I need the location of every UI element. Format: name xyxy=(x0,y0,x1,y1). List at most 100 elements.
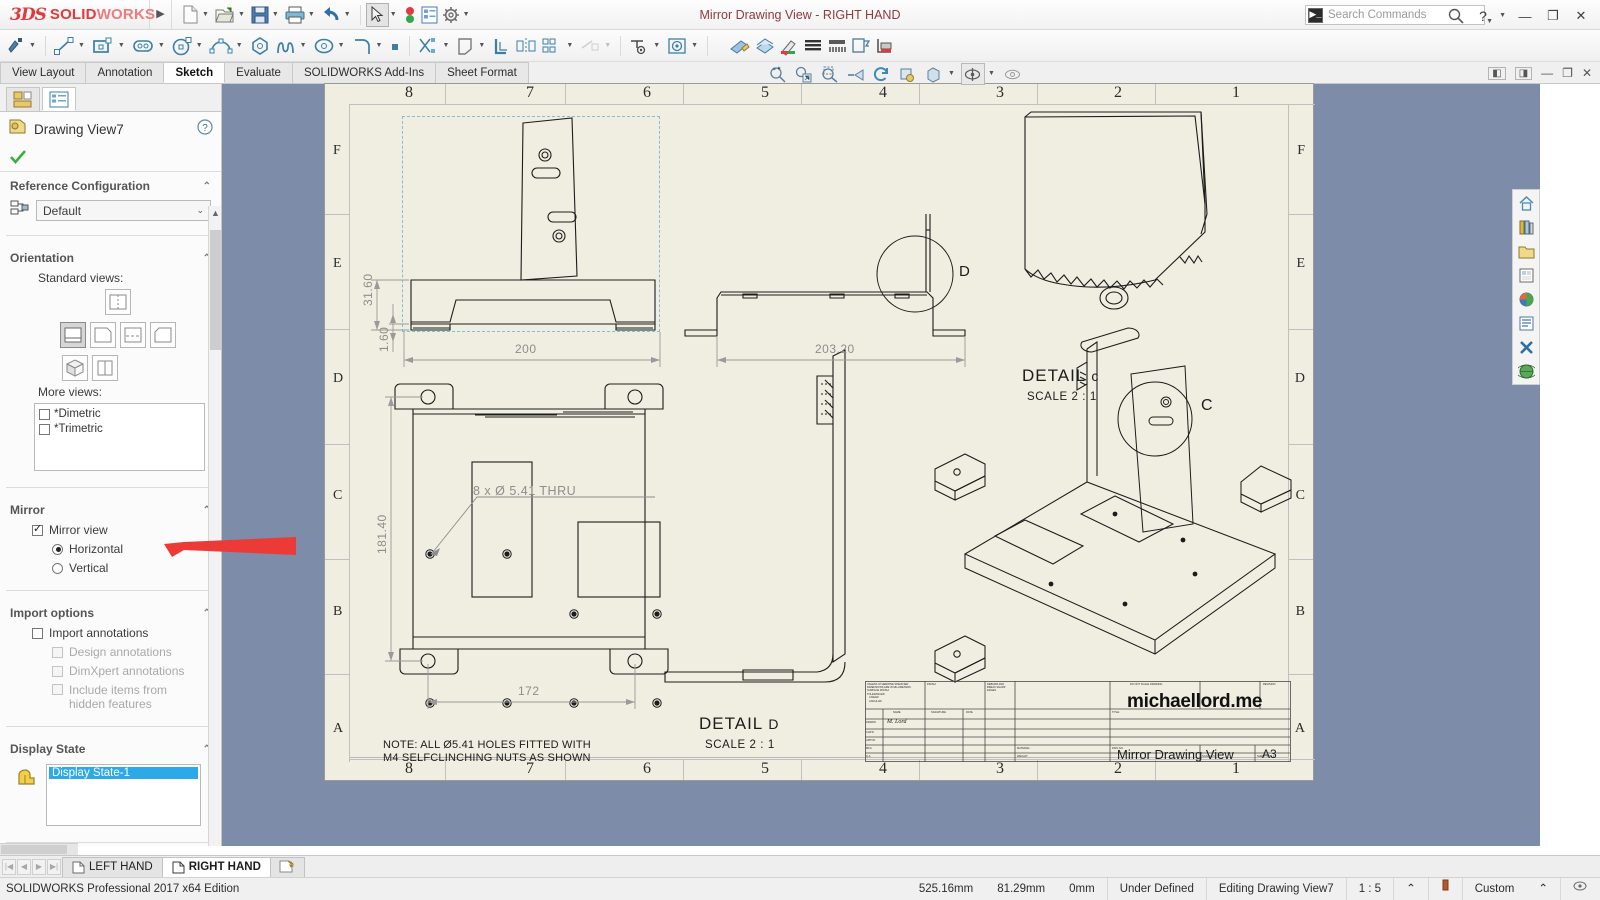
custom-properties-icon[interactable] xyxy=(1515,313,1537,333)
search-icon[interactable] xyxy=(1448,8,1464,27)
design-library-icon[interactable] xyxy=(1515,217,1537,237)
view-orientation-icon[interactable] xyxy=(960,63,985,85)
menu-expand-arrow-icon[interactable]: ▶ xyxy=(150,0,172,29)
arc-icon[interactable] xyxy=(207,33,235,59)
sheet-tab-right-hand[interactable]: RIGHT HAND xyxy=(161,856,271,877)
tab-evaluate[interactable]: Evaluate xyxy=(224,62,293,83)
display-state-selected-item[interactable]: Display State-1 xyxy=(49,767,198,779)
dimension-200[interactable]: 200 xyxy=(515,342,537,356)
point-icon[interactable] xyxy=(386,33,404,59)
smart-dimension-icon[interactable] xyxy=(727,33,753,59)
horizontal-option[interactable]: Horizontal xyxy=(52,542,211,556)
polygon-icon[interactable] xyxy=(247,33,273,59)
circle-dropdown-icon[interactable]: ▼ xyxy=(195,33,207,59)
file-explorer-icon[interactable] xyxy=(1515,241,1537,261)
ellipse-icon[interactable] xyxy=(311,33,337,59)
view-orientation-dropdown-icon[interactable]: ▼ xyxy=(987,61,999,87)
view-button-front[interactable] xyxy=(59,322,86,348)
dimension-172[interactable]: 172 xyxy=(518,684,540,698)
doc-close-icon[interactable]: ✕ xyxy=(1582,66,1592,80)
line-dropdown-icon[interactable]: ▼ xyxy=(77,33,89,59)
trimetric-checkbox[interactable] xyxy=(39,424,50,435)
tab-annotation[interactable]: Annotation xyxy=(85,62,165,83)
fillet-icon[interactable] xyxy=(349,33,375,59)
import-annotations-option[interactable]: Import annotations xyxy=(32,626,211,640)
zoom-window-icon[interactable] xyxy=(817,63,841,85)
arc-dropdown-icon[interactable]: ▼ xyxy=(235,33,247,59)
fillet-dropdown-icon[interactable]: ▼ xyxy=(375,33,387,59)
view-palette-icon[interactable] xyxy=(1515,265,1537,285)
offset-entities-icon[interactable] xyxy=(489,33,513,59)
new-document-icon[interactable] xyxy=(180,2,201,28)
rectangle-dropdown-icon[interactable]: ▼ xyxy=(117,33,129,59)
chevron-up-icon[interactable]: ⌃ xyxy=(203,181,211,192)
add-sheet-button[interactable] xyxy=(269,856,305,877)
view-button-right[interactable] xyxy=(149,322,176,348)
open-folder-icon[interactable] xyxy=(213,2,237,28)
note-icon[interactable] xyxy=(753,33,777,59)
pattern-dropdown-icon[interactable]: ▼ xyxy=(565,33,577,59)
tab-sketch[interactable]: Sketch xyxy=(163,62,226,83)
view-button-back[interactable] xyxy=(104,289,131,315)
layer-properties-icon[interactable] xyxy=(849,33,873,59)
view-button-left[interactable] xyxy=(89,322,116,348)
tab-sheet-format[interactable]: Sheet Format xyxy=(435,62,529,83)
layers-icon[interactable] xyxy=(801,33,825,59)
dimension-31-60[interactable]: 31.60 xyxy=(361,273,375,306)
dimetric-checkbox[interactable] xyxy=(39,409,50,420)
open-dropdown-icon[interactable]: ▼ xyxy=(237,2,249,28)
spline-dropdown-icon[interactable]: ▼ xyxy=(299,33,311,59)
previous-view-icon[interactable] xyxy=(843,63,867,85)
area-hatch-icon[interactable] xyxy=(873,33,897,59)
close-icon[interactable]: ✕ xyxy=(1568,5,1594,27)
next-sheet-icon[interactable]: ▶ xyxy=(32,858,46,875)
status-caret-arrow-icon[interactable]: ⌃ xyxy=(1393,877,1428,900)
scrollbar-thumb[interactable] xyxy=(1,845,67,854)
section-header[interactable]: Orientation ⌃ xyxy=(10,251,211,265)
undo-icon[interactable] xyxy=(319,2,343,28)
dimension-181-40[interactable]: 181.40 xyxy=(375,514,389,554)
help-circle-icon[interactable]: ? xyxy=(197,118,213,140)
save-dropdown-icon[interactable]: ▼ xyxy=(271,2,283,28)
property-manager-tab[interactable] xyxy=(42,87,76,111)
restore-icon[interactable]: ❐ xyxy=(1540,5,1566,27)
settings-gear-icon[interactable] xyxy=(440,2,462,28)
prev-sheet-icon[interactable]: ◀ xyxy=(17,858,31,875)
restore-down-left-icon[interactable]: ◧ xyxy=(1488,66,1506,80)
rebuild-icon[interactable] xyxy=(401,2,419,28)
hide-show-items-icon[interactable] xyxy=(1001,63,1025,85)
horizontal-radio[interactable] xyxy=(52,543,63,555)
convert-entities-icon[interactable] xyxy=(453,33,477,59)
line-icon[interactable] xyxy=(51,33,77,59)
green-check-icon[interactable] xyxy=(10,150,26,164)
section-header[interactable]: Reference Configuration ⌃ xyxy=(10,179,211,193)
select-dropdown-icon[interactable]: ▼ xyxy=(389,2,401,28)
zoom-to-fit-icon[interactable] xyxy=(765,63,789,85)
slot-icon[interactable] xyxy=(129,33,157,59)
help-dropdown-icon[interactable]: ▼ xyxy=(1498,3,1510,29)
status-format-caret-icon[interactable]: ⌃ xyxy=(1526,878,1560,900)
reference-configuration-select[interactable]: Default ⌄ xyxy=(36,200,211,221)
status-tray-icon[interactable] xyxy=(1560,877,1600,900)
vertical-radio[interactable] xyxy=(52,562,63,574)
select-arrow-icon[interactable] xyxy=(365,2,389,27)
view-button-isometric[interactable] xyxy=(61,355,88,381)
restore-down-right-icon[interactable]: ◨ xyxy=(1514,66,1533,80)
sketch-icon[interactable] xyxy=(4,33,28,59)
vertical-option[interactable]: Vertical xyxy=(52,561,211,575)
snaps-dropdown-icon[interactable]: ▼ xyxy=(690,33,702,59)
home-icon[interactable] xyxy=(1515,193,1537,213)
dimension-203-20[interactable]: 203.20 xyxy=(815,342,855,356)
mirror-view-option[interactable]: Mirror view xyxy=(32,522,211,537)
quick-snaps-icon[interactable] xyxy=(664,33,690,59)
hole-callout[interactable]: 8 x Ø 5.41 THRU xyxy=(473,484,576,498)
tab-view-layout[interactable]: View Layout xyxy=(0,62,87,83)
mirror-view-checkbox[interactable] xyxy=(32,522,43,536)
options-list-icon[interactable] xyxy=(419,2,440,28)
view-button-current[interactable] xyxy=(91,355,118,381)
scenes-icon[interactable] xyxy=(1515,361,1537,381)
print-icon[interactable] xyxy=(283,2,307,28)
sketch-dropdown-icon[interactable]: ▼ xyxy=(28,33,40,59)
search-commands-input[interactable]: ▶_ Search Commands xyxy=(1305,5,1485,25)
dimension-1-60[interactable]: 1.60 xyxy=(377,327,391,352)
